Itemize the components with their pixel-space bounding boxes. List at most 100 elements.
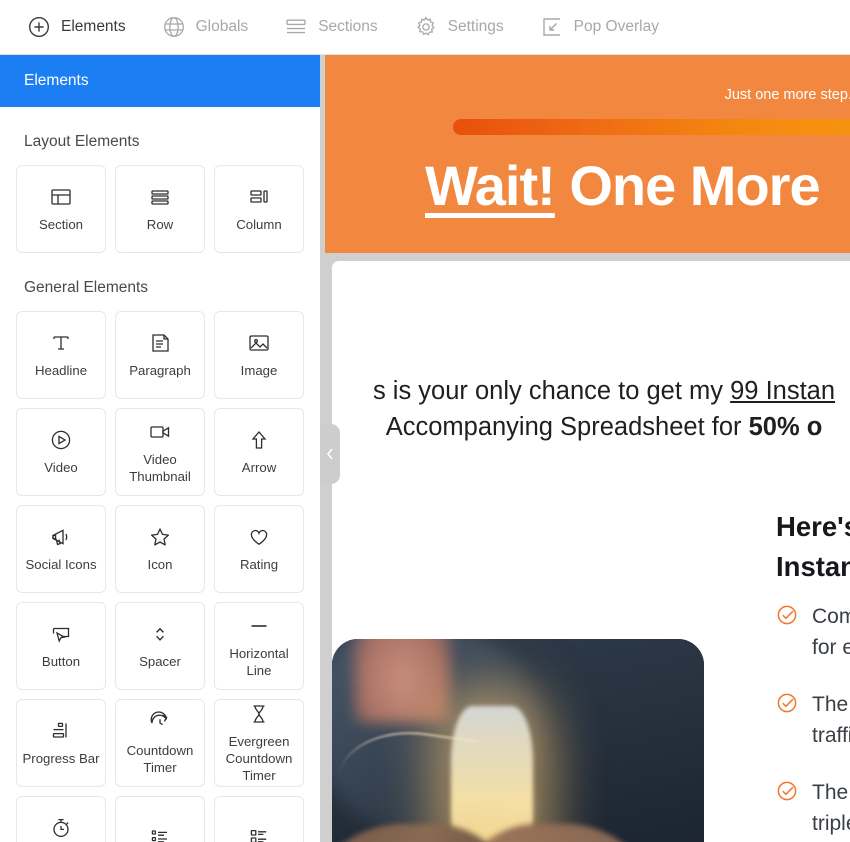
element-card-countdown-timer[interactable]: Countdown Timer — [115, 699, 205, 787]
sidebar-collapse-handle[interactable] — [320, 424, 340, 484]
subheadline-discount: 50% o — [748, 413, 823, 442]
cursor-button-icon — [48, 621, 74, 647]
video-play-icon — [48, 427, 74, 453]
list-item-line-1: The — [812, 781, 849, 805]
video-camera-icon — [147, 419, 173, 445]
circle-check-icon — [776, 780, 798, 802]
element-card-evergreen-countdown-timer[interactable]: Evergreen Countdown Timer — [214, 699, 304, 787]
element-card-label: Row — [146, 217, 174, 233]
element-card-paragraph[interactable]: Paragraph — [115, 311, 205, 399]
element-card-video-thumbnail[interactable]: Video Thumbnail — [115, 408, 205, 496]
general-elements-grid: Headline Paragraph Image Video Video Thu… — [16, 311, 304, 842]
subheadline-line-2-text: Accompanying Spreadsheet for — [385, 413, 749, 442]
element-card-label: Video Thumbnail — [129, 451, 191, 484]
heart-icon — [246, 524, 272, 550]
element-card-image[interactable]: Image — [214, 311, 304, 399]
list-item-line-1: The — [812, 693, 849, 717]
element-card-progress-bar[interactable]: Progress Bar — [16, 699, 106, 787]
circle-check-icon — [776, 604, 798, 626]
globe-icon — [162, 15, 186, 39]
photo-face — [354, 639, 452, 723]
tab-globals[interactable]: Globals — [162, 15, 249, 39]
element-card-label: Button — [41, 654, 81, 670]
element-card-row[interactable]: Row — [115, 165, 205, 253]
element-card-label: Image — [240, 363, 278, 379]
paragraph-icon — [147, 330, 173, 356]
element-card-social-icons[interactable]: Social Icons — [16, 505, 106, 593]
tab-sections[interactable]: Sections — [284, 15, 378, 39]
list-item: Com for e — [776, 601, 850, 663]
element-card-spacer[interactable]: Spacer — [115, 602, 205, 690]
top-toolbar: Elements Globals Sections Settings Pop O… — [0, 0, 850, 55]
element-card-label: Paragraph — [129, 363, 191, 379]
bullet-list-icon — [147, 824, 173, 842]
element-card-label: Column — [236, 217, 282, 233]
row-icon — [147, 184, 173, 210]
image-icon — [246, 330, 272, 356]
elements-sidebar: Elements Layout Elements Section Row Col… — [0, 55, 320, 842]
tab-settings[interactable]: Settings — [414, 15, 504, 39]
tab-pop-overlay-label: Pop Overlay — [573, 18, 659, 35]
subheadline: s is your only chance to get my 99 Insta… — [332, 373, 850, 445]
subheadline-link[interactable]: 99 Instan — [730, 377, 835, 405]
element-card-checklist-box[interactable] — [214, 796, 304, 842]
list-item-line-2: for e — [812, 636, 850, 660]
hands-holding-lightbulb-photo — [332, 639, 704, 842]
tab-globals-label: Globals — [195, 18, 249, 35]
element-card-label: Section — [39, 217, 83, 233]
element-card-icon[interactable]: Icon — [115, 505, 205, 593]
subheadline-line-2: Accompanying Spreadsheet for 50% o — [332, 409, 850, 445]
list-item-text: Com for e — [812, 601, 850, 663]
element-card-label: Social Icons — [25, 557, 97, 573]
group-title-general: General Elements — [24, 279, 149, 296]
tab-pop-overlay[interactable]: Pop Overlay — [540, 15, 659, 39]
horizontal-line-icon — [246, 613, 272, 639]
arrow-up-icon — [246, 427, 272, 453]
element-card-column[interactable]: Column — [214, 165, 304, 253]
element-card-headline[interactable]: Headline — [16, 311, 106, 399]
photo-lightbulb — [451, 706, 533, 842]
list-item: The triple — [776, 777, 850, 839]
hero-title-underlined: Wait! — [425, 154, 556, 217]
tab-elements[interactable]: Elements — [27, 15, 126, 39]
countdown-clock-icon — [147, 710, 173, 736]
element-card-bullet-list[interactable] — [115, 796, 205, 842]
megaphone-icon — [48, 524, 74, 550]
progress-bar-icon — [48, 718, 74, 744]
hourglass-icon — [246, 701, 272, 727]
layout-elements-grid: Section Row Column — [16, 165, 304, 253]
element-card-horizontal-line[interactable]: Horizontal Line — [214, 602, 304, 690]
page-preview-canvas: Just one more step... Wait! One More s i… — [320, 55, 850, 842]
element-card-section[interactable]: Section — [16, 165, 106, 253]
hero-title: Wait! One More — [425, 153, 821, 218]
right-heading-line-2: Instan — [776, 550, 850, 582]
right-column-heading: Here's Instan — [776, 507, 850, 587]
content-card: s is your only chance to get my 99 Insta… — [332, 261, 850, 842]
element-card-label: Headline — [34, 363, 88, 379]
right-heading-line-1: Here's — [776, 511, 850, 542]
panel-title: Elements — [24, 72, 89, 89]
pop-overlay-icon — [540, 15, 564, 39]
element-card-label: Progress Bar — [22, 751, 100, 767]
list-item-line-2: triple — [812, 812, 850, 836]
element-card-interval[interactable]: Interval — [16, 796, 106, 842]
stopwatch-icon — [48, 815, 74, 841]
element-card-rating[interactable]: Rating — [214, 505, 304, 593]
list-item-line-2: traffi — [812, 724, 850, 748]
element-card-label: Spacer — [139, 654, 181, 670]
element-card-label: Evergreen Countdown Timer — [225, 734, 293, 783]
element-card-video[interactable]: Video — [16, 408, 106, 496]
tab-settings-label: Settings — [447, 18, 504, 35]
element-card-label: Video — [44, 460, 78, 476]
element-card-label: Icon — [147, 557, 173, 573]
headline-icon — [48, 330, 74, 356]
tab-sections-label: Sections — [318, 18, 378, 35]
checklist-box-icon — [246, 824, 272, 842]
list-item-text: The triple — [812, 777, 850, 839]
element-card-arrow[interactable]: Arrow — [214, 408, 304, 496]
hero-title-rest: One More — [554, 154, 820, 217]
gear-icon — [414, 15, 438, 39]
subheadline-line-1-text: s is your only chance to get my — [372, 377, 731, 405]
element-card-button[interactable]: Button — [16, 602, 106, 690]
plus-circle-icon — [27, 15, 51, 39]
